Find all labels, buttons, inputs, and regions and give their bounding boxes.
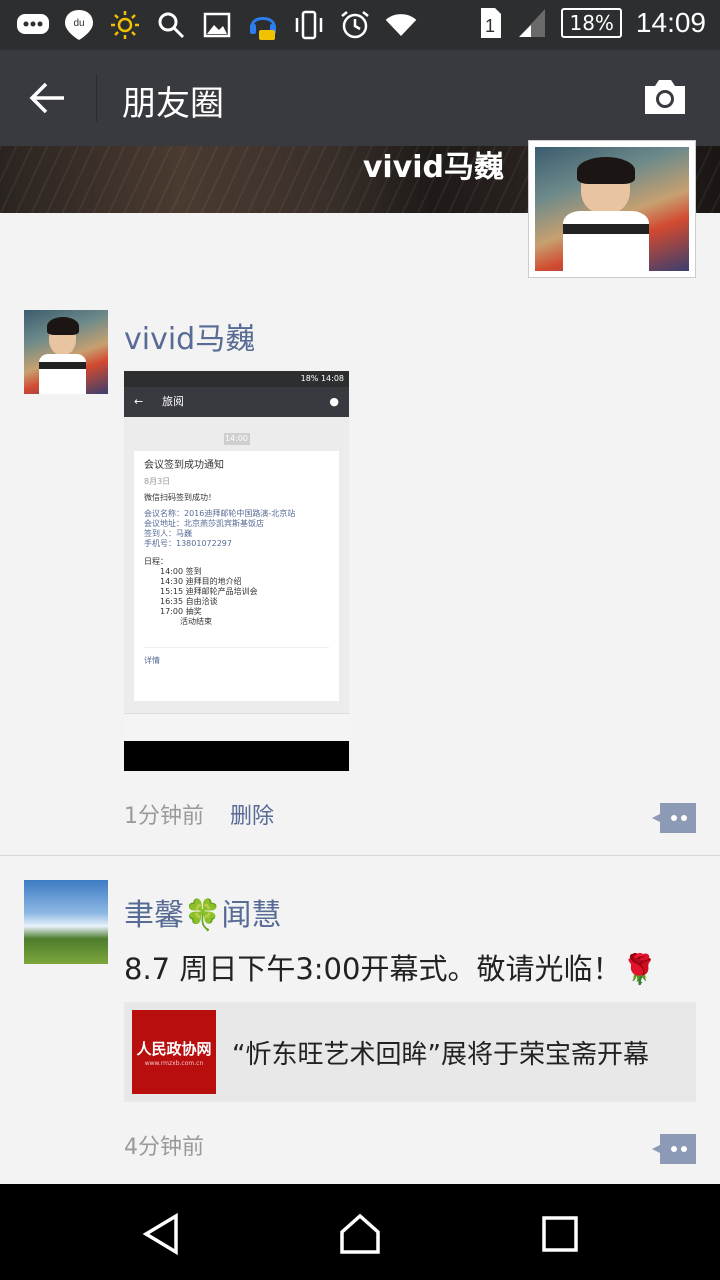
post-author[interactable]: vivid马巍 [124,314,255,358]
card-title: 会议签到成功通知 [144,460,224,471]
schedule-item: 活动结束 [180,617,212,626]
nav-recents-icon[interactable] [536,1212,584,1256]
status-bar: du 1 18% 14:09 [0,0,720,50]
baidu-map-icon: du [62,8,96,42]
back-arrow-icon[interactable] [28,80,68,116]
profile-name: vivid马巍 [362,150,504,185]
moment-post: vivid马巍 18% 14:08 ← 旅阅 ● 14:00 会议签到成功通知 … [0,290,720,854]
schedule-item: 14:00 签到 [160,567,202,576]
shared-link[interactable]: 人民政协网 www.rmzxb.com.cn “忻东旺艺术回眸”展将于荣宝斋开幕 [124,1002,696,1102]
vibrate-icon [292,8,326,42]
sim-slot-number: 1 [485,16,495,36]
post-image[interactable]: 18% 14:08 ← 旅阅 ● 14:00 会议签到成功通知 8月3日 微信扫… [124,371,349,771]
comment-icon[interactable] [652,1134,696,1164]
share-thumbnail: 人民政协网 www.rmzxb.com.cn [132,1010,216,1094]
card-schedule-label: 日程： [144,557,168,566]
signal-icon [519,9,546,37]
screenshot-status-bar: 18% 14:08 [124,371,349,387]
post-author[interactable]: 聿馨🍀闻慧 [124,890,281,934]
screenshot-title: 旅阅 [162,395,184,408]
schedule-item: 14:30 迪拜目的地介绍 [160,577,242,586]
headset-icon [246,8,280,42]
schedule-item: 15:15 迪拜邮轮产品培训会 [160,587,258,596]
schedule-item: 16:35 自由洽谈 [160,597,218,606]
post-timestamp: 4分钟前 [124,1135,204,1160]
clock: 14:09 [635,7,706,38]
card-field: 手机号：13801072297 [144,539,232,548]
schedule-item: 17:00 抽奖 [160,607,202,616]
page-title: 朋友圈 [122,84,224,124]
title-divider [96,74,97,122]
brightness-icon [108,8,142,42]
share-thumb-subtitle: www.rmzxb.com.cn [144,1060,204,1067]
battery-level: 18% [569,11,614,35]
camera-icon[interactable] [642,78,688,116]
screenshot-back-icon: ← [134,395,144,408]
profile-avatar[interactable] [528,140,696,278]
sim-icon: 1 [481,8,502,38]
comment-icon[interactable] [652,803,696,833]
delete-button[interactable]: 删除 [230,798,274,830]
navigation-bar [0,1184,720,1280]
nav-back-icon[interactable] [138,1212,186,1256]
svg-text:du: du [73,18,84,29]
screenshot-title-bar: ← 旅阅 ● [124,387,349,417]
moment-post: 聿馨🍀闻慧 8.7 周日下午3:00开幕式。敬请光临！🌹 人民政协网 www.r… [0,855,720,1185]
battery-icon: 18% [561,8,622,38]
search-icon [154,8,188,42]
screenshot-card: 会议签到成功通知 8月3日 微信扫码签到成功！ 会议名称：2016迪拜邮轮中国路… [134,451,339,701]
share-thumb-title: 人民政协网 [136,1040,212,1058]
screenshot-time-badge: 14:00 [223,433,250,445]
title-bar: 朋友圈 [0,50,720,146]
card-field: 会议名称：2016迪拜邮轮中国路演-北京站 [144,509,296,518]
screenshot-input-bar [124,713,349,741]
screenshot-user-icon: ● [329,395,339,408]
gallery-icon [200,8,234,42]
card-date: 8月3日 [144,477,171,486]
avatar[interactable] [24,310,108,394]
card-field: 会议地址：北京燕莎凯宾斯基饭店 [144,519,264,528]
chat-bubble-icon [16,8,50,42]
card-details-link: 详情 [144,647,329,666]
screenshot-nav-bar [124,741,349,771]
avatar[interactable] [24,880,108,964]
nav-home-icon[interactable] [336,1212,384,1256]
card-field: 签到人：马巍 [144,529,192,538]
post-text: 8.7 周日下午3:00开幕式。敬请光临！🌹 [124,952,658,986]
wifi-icon [384,8,418,42]
alarm-icon [338,8,372,42]
post-timestamp: 1分钟前 [124,804,204,829]
share-title: “忻东旺艺术回眸”展将于荣宝斋开幕 [232,1040,649,1070]
card-line: 微信扫码签到成功！ [144,493,216,502]
